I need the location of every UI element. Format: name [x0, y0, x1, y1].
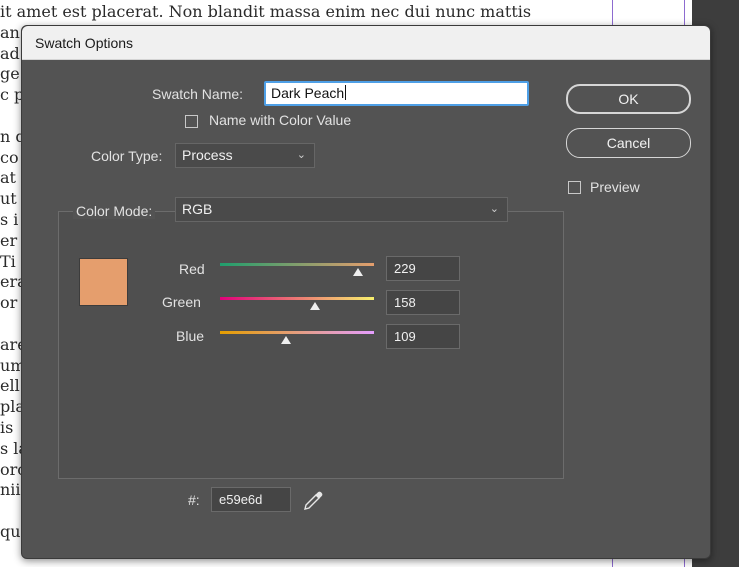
- background-text-line: ell: [0, 376, 20, 396]
- color-type-label: Color Type:: [91, 148, 163, 164]
- name-with-color-value-label[interactable]: Name with Color Value: [209, 112, 351, 128]
- hex-label: #:: [188, 492, 200, 508]
- cancel-button[interactable]: Cancel: [566, 128, 691, 158]
- dialog-title: Swatch Options: [35, 35, 134, 51]
- green-value-input[interactable]: 158: [386, 290, 460, 315]
- blue-slider-track[interactable]: [220, 331, 374, 334]
- background-text-line: nii: [0, 480, 21, 500]
- color-type-value: Process: [182, 147, 233, 163]
- swatch-name-label: Swatch Name:: [152, 86, 244, 102]
- background-text-line: it amet est placerat. Non blandit massa …: [0, 2, 532, 21]
- hex-value-input[interactable]: e59e6d: [211, 487, 291, 512]
- background-text-line: ut: [0, 189, 17, 209]
- blue-channel-label: Blue: [176, 328, 205, 344]
- background-text-line: Ti: [0, 251, 16, 271]
- background-text-line: ge: [0, 64, 20, 84]
- background-text-line: at: [0, 168, 16, 188]
- color-type-select[interactable]: Process ⌄: [175, 143, 315, 168]
- background-text-line: or: [0, 293, 18, 313]
- background-text-line: ad: [0, 43, 20, 63]
- background-text-line: co: [0, 147, 19, 167]
- red-channel-label: Red: [179, 261, 205, 277]
- chevron-down-icon: ⌄: [489, 203, 499, 215]
- dialog-titlebar[interactable]: Swatch Options: [22, 26, 710, 60]
- eyedropper-icon[interactable]: [301, 489, 325, 513]
- background-text-line: er: [0, 230, 18, 250]
- green-slider-thumb[interactable]: [310, 302, 321, 310]
- color-mode-value: RGB: [182, 201, 213, 217]
- red-slider-thumb[interactable]: [353, 268, 364, 276]
- swatch-name-input[interactable]: Dark Peach: [264, 81, 529, 106]
- color-mode-label: Color Mode:: [73, 203, 156, 219]
- ok-button[interactable]: OK: [566, 84, 691, 114]
- blue-value-input[interactable]: 109: [386, 324, 460, 349]
- name-with-color-value-checkbox[interactable]: [185, 115, 198, 128]
- background-text-line: s i: [0, 210, 19, 229]
- blue-slider-thumb[interactable]: [280, 336, 291, 344]
- background-text-line: is: [0, 418, 14, 437]
- swatch-options-dialog: Swatch Options Swatch Name: Dark Peach N…: [21, 25, 711, 559]
- red-value-input[interactable]: 229: [386, 256, 460, 281]
- background-text-line: an: [0, 22, 20, 42]
- color-mode-group: [58, 211, 564, 479]
- red-slider-track[interactable]: [220, 263, 374, 266]
- text-caret: [345, 85, 347, 100]
- color-mode-select[interactable]: RGB ⌄: [175, 197, 508, 222]
- green-slider-track[interactable]: [220, 297, 374, 300]
- chevron-down-icon: ⌄: [296, 149, 306, 161]
- preview-checkbox[interactable]: [568, 181, 581, 194]
- swatch-name-value: Dark Peach: [271, 85, 345, 101]
- color-swatch-preview: [79, 258, 128, 306]
- green-channel-label: Green: [162, 294, 201, 310]
- preview-label[interactable]: Preview: [590, 179, 640, 195]
